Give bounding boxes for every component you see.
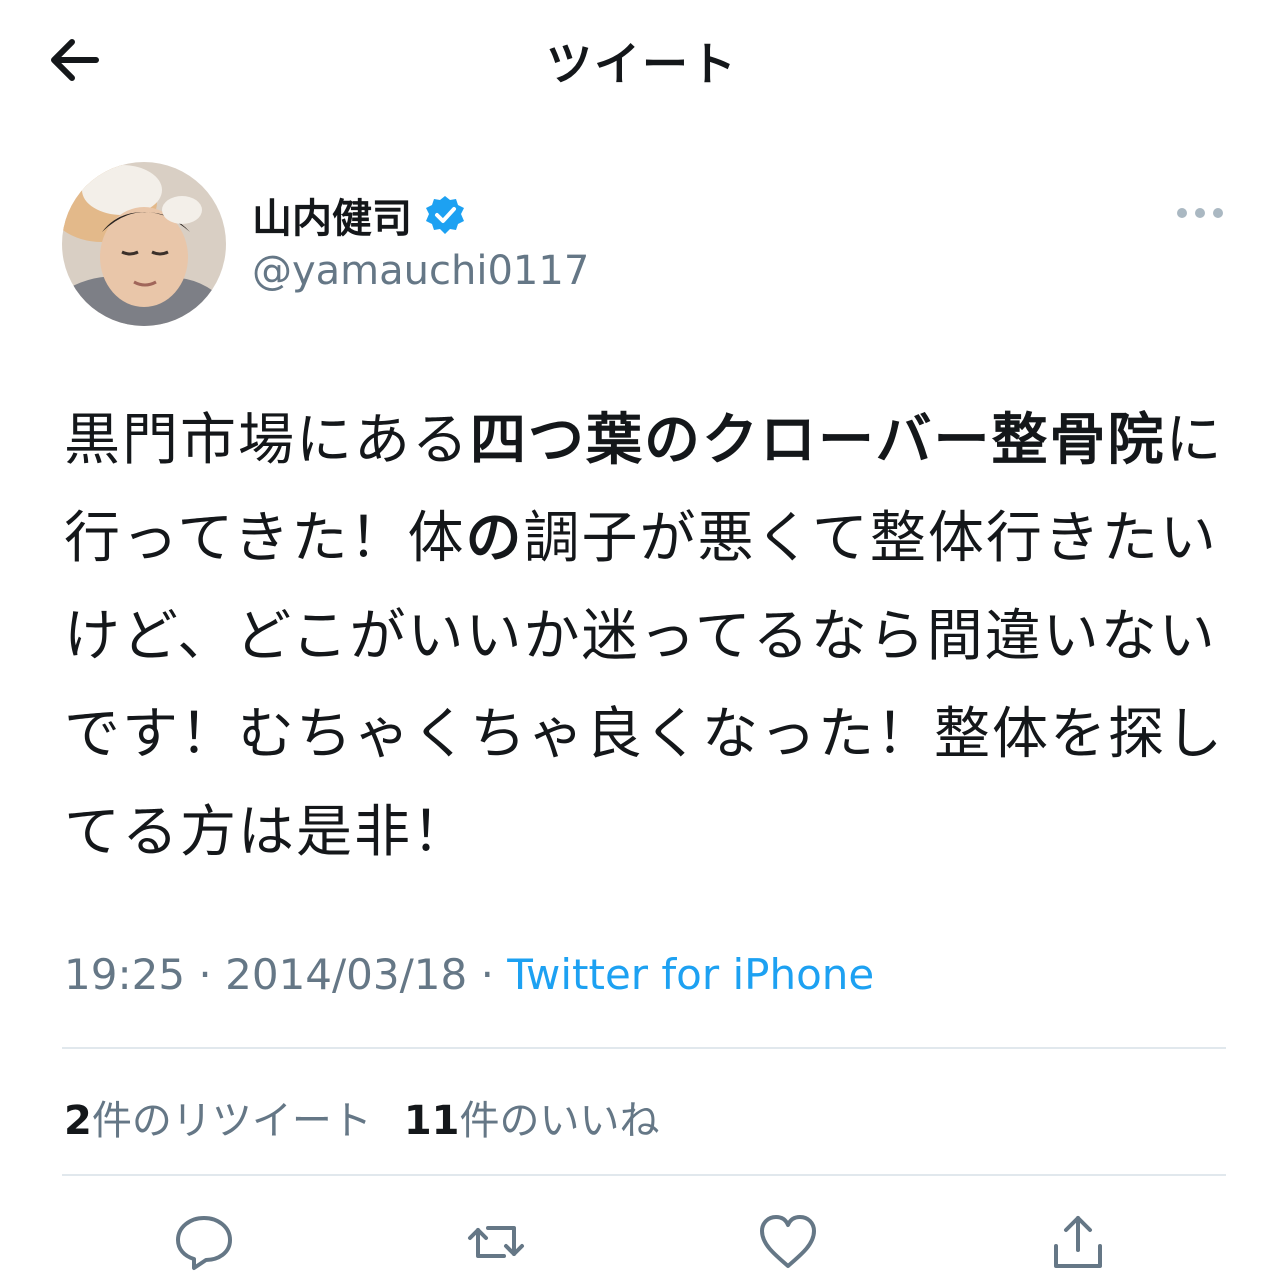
likes-count: 11 <box>403 1098 460 1144</box>
likes-stat[interactable]: 11件のいいね <box>404 1088 660 1146</box>
like-icon <box>760 1215 816 1268</box>
author-name-row: 山内健司 <box>252 186 466 244</box>
like-button[interactable] <box>756 1210 820 1274</box>
user-handle[interactable]: @yamauchi0117 <box>252 248 589 294</box>
avatar[interactable] <box>62 162 226 326</box>
display-name[interactable]: 山内健司 <box>252 186 412 244</box>
divider <box>62 1047 1226 1049</box>
share-icon <box>1054 1216 1102 1268</box>
retweets-stat[interactable]: 2件のリツイート <box>64 1088 372 1146</box>
retweet-button[interactable] <box>464 1210 528 1274</box>
reply-icon <box>176 1216 232 1270</box>
page-title: ツイート <box>546 37 738 91</box>
tweet-meta: 19:25 · 2014/03/18 · Twitter for iPhone <box>64 950 874 999</box>
likes-label: 件のいいね <box>459 1098 660 1144</box>
tweet-stats: 2件のリツイート 11件のいいね <box>64 1088 660 1146</box>
retweet-icon <box>468 1226 524 1258</box>
meta-separator: · <box>480 950 494 999</box>
tweet-text-segment: 黒門市場にある <box>64 408 470 473</box>
verified-badge-icon <box>426 196 464 234</box>
tweet-text-segment: 四つ葉のクローバー整骨院 <box>470 408 1166 473</box>
reply-button[interactable] <box>172 1210 236 1274</box>
more-dots-icon <box>1177 208 1223 218</box>
retweets-label: 件のリツイート <box>91 1098 372 1144</box>
meta-separator: · <box>198 950 212 999</box>
avatar-image <box>62 162 226 326</box>
more-options-button[interactable] <box>1172 196 1228 230</box>
tweet-text-segment: の <box>465 506 524 571</box>
tweet-date: 2014/03/18 <box>225 950 468 999</box>
retweets-count: 2 <box>64 1098 92 1144</box>
top-bar: ツイート <box>0 0 1284 120</box>
tweet-text: 黒門市場にある四つ葉のクローバー整骨院に行ってきた！体の調子が悪くて整体行きたい… <box>64 392 1244 882</box>
tweet-source-link[interactable]: Twitter for iPhone <box>507 950 874 999</box>
tweet-time: 19:25 <box>64 950 186 999</box>
share-button[interactable] <box>1046 1210 1110 1274</box>
divider <box>62 1174 1226 1176</box>
